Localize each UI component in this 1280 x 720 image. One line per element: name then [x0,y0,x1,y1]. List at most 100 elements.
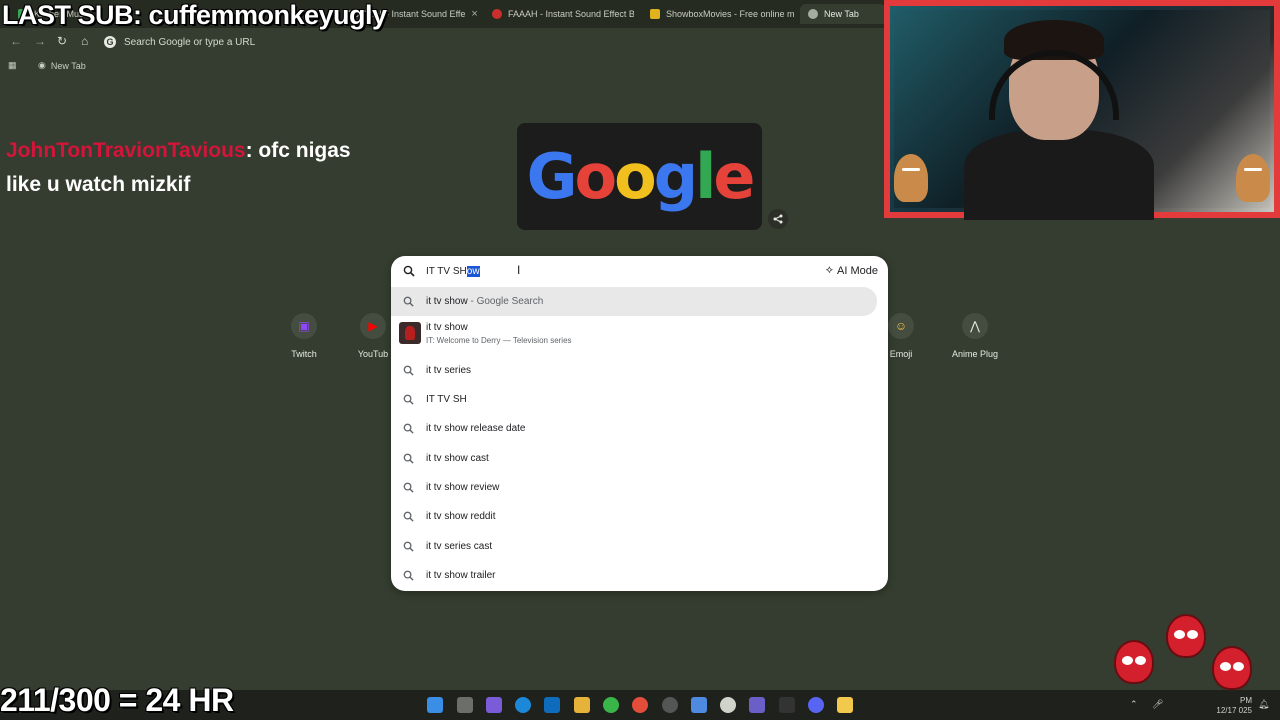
shortcut-twitch[interactable]: ▣ Twitch [269,313,339,359]
address-bar[interactable]: G Search Google or type a URL [104,32,884,52]
app-icon[interactable] [720,697,736,713]
home-icon[interactable]: ⌂ [81,34,88,48]
twitch-icon: ▣ [291,313,317,339]
show-thumbnail [399,322,421,344]
address-bar-placeholder: Search Google or type a URL [124,36,256,48]
suggestion-1[interactable]: it tv show IT: Welcome to Derry — Televi… [391,318,888,352]
teams-icon[interactable] [749,697,765,713]
suggestion-text: IT TV SH [426,394,467,405]
search-icon [403,541,414,552]
tab-close-icon[interactable]: × [471,8,477,20]
search-input[interactable]: IT TV SHow I ⟡ AI Mode [391,256,888,288]
suggestion-text: it tv series cast [426,541,493,552]
tab-favicon-icon [492,9,502,19]
tab-4-active[interactable]: New Tab [800,4,886,24]
anime-plug-icon: ⋀ [962,313,988,339]
obs-icon[interactable] [662,697,678,713]
search-query: IT TV SHow [426,266,480,277]
reload-icon[interactable]: ↻ [57,34,67,48]
suggestion-text: it tv show [426,322,468,333]
chrome-icon [808,9,818,19]
spiderman-mascot-icon [1166,614,1206,658]
gingerbread-icon [894,154,928,202]
query-autocomplete: ow [466,266,480,277]
tab-label: ShowboxMovies - Free online m [666,9,795,19]
ai-mode-label: AI Mode [837,264,878,277]
bookmark-new-tab[interactable]: ◉ New Tab [38,60,86,71]
shortcut-label: YouTub [357,349,389,359]
globe-icon: ◉ [38,60,46,70]
apps-grid-icon[interactable]: ▦ [8,60,17,71]
outlook-icon[interactable] [544,697,560,713]
shortcut-label: Twitch [291,349,317,359]
share-icon [773,214,783,224]
tab-label: FAAAH - Instant Sound Effect B [508,9,634,19]
windows-start-icon[interactable] [427,697,443,713]
suggestion-9[interactable]: it tv show trailer [391,561,888,590]
headset-icon [989,50,1119,120]
forward-icon[interactable]: → [34,34,46,48]
google-doodle[interactable]: Google [517,123,762,230]
suggestion-text: it tv show review [426,482,500,493]
shortcut-anime-plug[interactable]: ⋀ Anime Plug [940,313,1010,359]
search-icon [403,394,414,405]
spiderman-mascot-icon [1114,640,1154,684]
webcam-frame [884,0,1280,220]
search-dropdown: IT TV SHow I ⟡ AI Mode it tv show - Goog… [391,256,888,591]
shortcut-label: Emoji [889,349,913,359]
clock-time: PM [1240,696,1252,705]
clock[interactable]: PM 12/17 025 [1216,696,1252,716]
search-icon [403,453,414,464]
edge-icon[interactable] [515,697,531,713]
suggestion-2[interactable]: it tv series [391,356,888,385]
suggestion-0[interactable]: it tv show - Google Search [391,287,877,316]
chevron-up-icon[interactable]: ⌃ [1130,699,1138,710]
clock-date: 12/17 025 [1216,706,1252,715]
query-typed: IT TV SH [426,266,467,277]
doodle-logo: Google [526,140,756,213]
youtube-icon: ▶ [360,313,386,339]
chrome-icon[interactable] [632,697,648,713]
ai-mode-button[interactable]: ⟡ AI Mode [826,264,878,277]
sub-goal-overlay: 211/300 = 24 HR [0,682,234,718]
suggestion-text: it tv show trailer [426,570,496,581]
suggestion-3[interactable]: IT TV SH [391,385,888,414]
tab-label: New Tab [824,9,859,19]
discord-icon[interactable] [808,697,824,713]
webcam-feed [894,10,1270,220]
suggestion-text: it tv show cast [426,453,489,464]
suggestion-7[interactable]: it tv show reddit [391,502,888,531]
suggestion-4[interactable]: it tv show release date [391,414,888,443]
share-doodle-button[interactable] [768,209,788,229]
file-explorer-icon[interactable] [574,697,590,713]
xbox-icon[interactable] [603,697,619,713]
search-icon [403,365,414,376]
suggestion-text: it tv show reddit [426,511,496,522]
suggestion-text: it tv show - Google Search [426,296,544,307]
suggestion-5[interactable]: it tv show cast [391,444,888,473]
spiderman-mascot-icon [1212,646,1252,690]
tab-3[interactable]: ShowboxMovies - Free online m × [642,4,797,24]
store-icon[interactable] [691,697,707,713]
search-icon [403,423,414,434]
task-view-icon[interactable] [457,697,473,713]
emoji-icon: ☺ [888,313,914,339]
bookmark-label: New Tab [50,60,86,71]
chat-message: JohnTonTravionTavious: ofc nigas like u … [6,134,386,202]
google-icon: G [104,36,116,48]
suggestion-6[interactable]: it tv show review [391,473,888,502]
back-icon[interactable]: ← [10,34,22,48]
gingerbread-icon [1236,154,1270,202]
notification-bell-icon[interactable]: 🔔︎ [1258,699,1269,710]
shortcut-label: Anime Plug [951,349,999,359]
app-icon[interactable] [779,697,795,713]
tab-2[interactable]: FAAAH - Instant Sound Effect B × [484,4,634,24]
app-icon[interactable] [837,697,853,713]
suggestion-8[interactable]: it tv series cast [391,532,888,561]
suggestion-text: it tv series [426,365,472,376]
tab-favicon-icon [650,9,660,19]
copilot-icon[interactable] [486,697,502,713]
ai-mode-icon: ⟡ [825,264,834,276]
search-icon [403,482,414,493]
microphone-icon[interactable]: 🎤︎ [1152,699,1163,710]
